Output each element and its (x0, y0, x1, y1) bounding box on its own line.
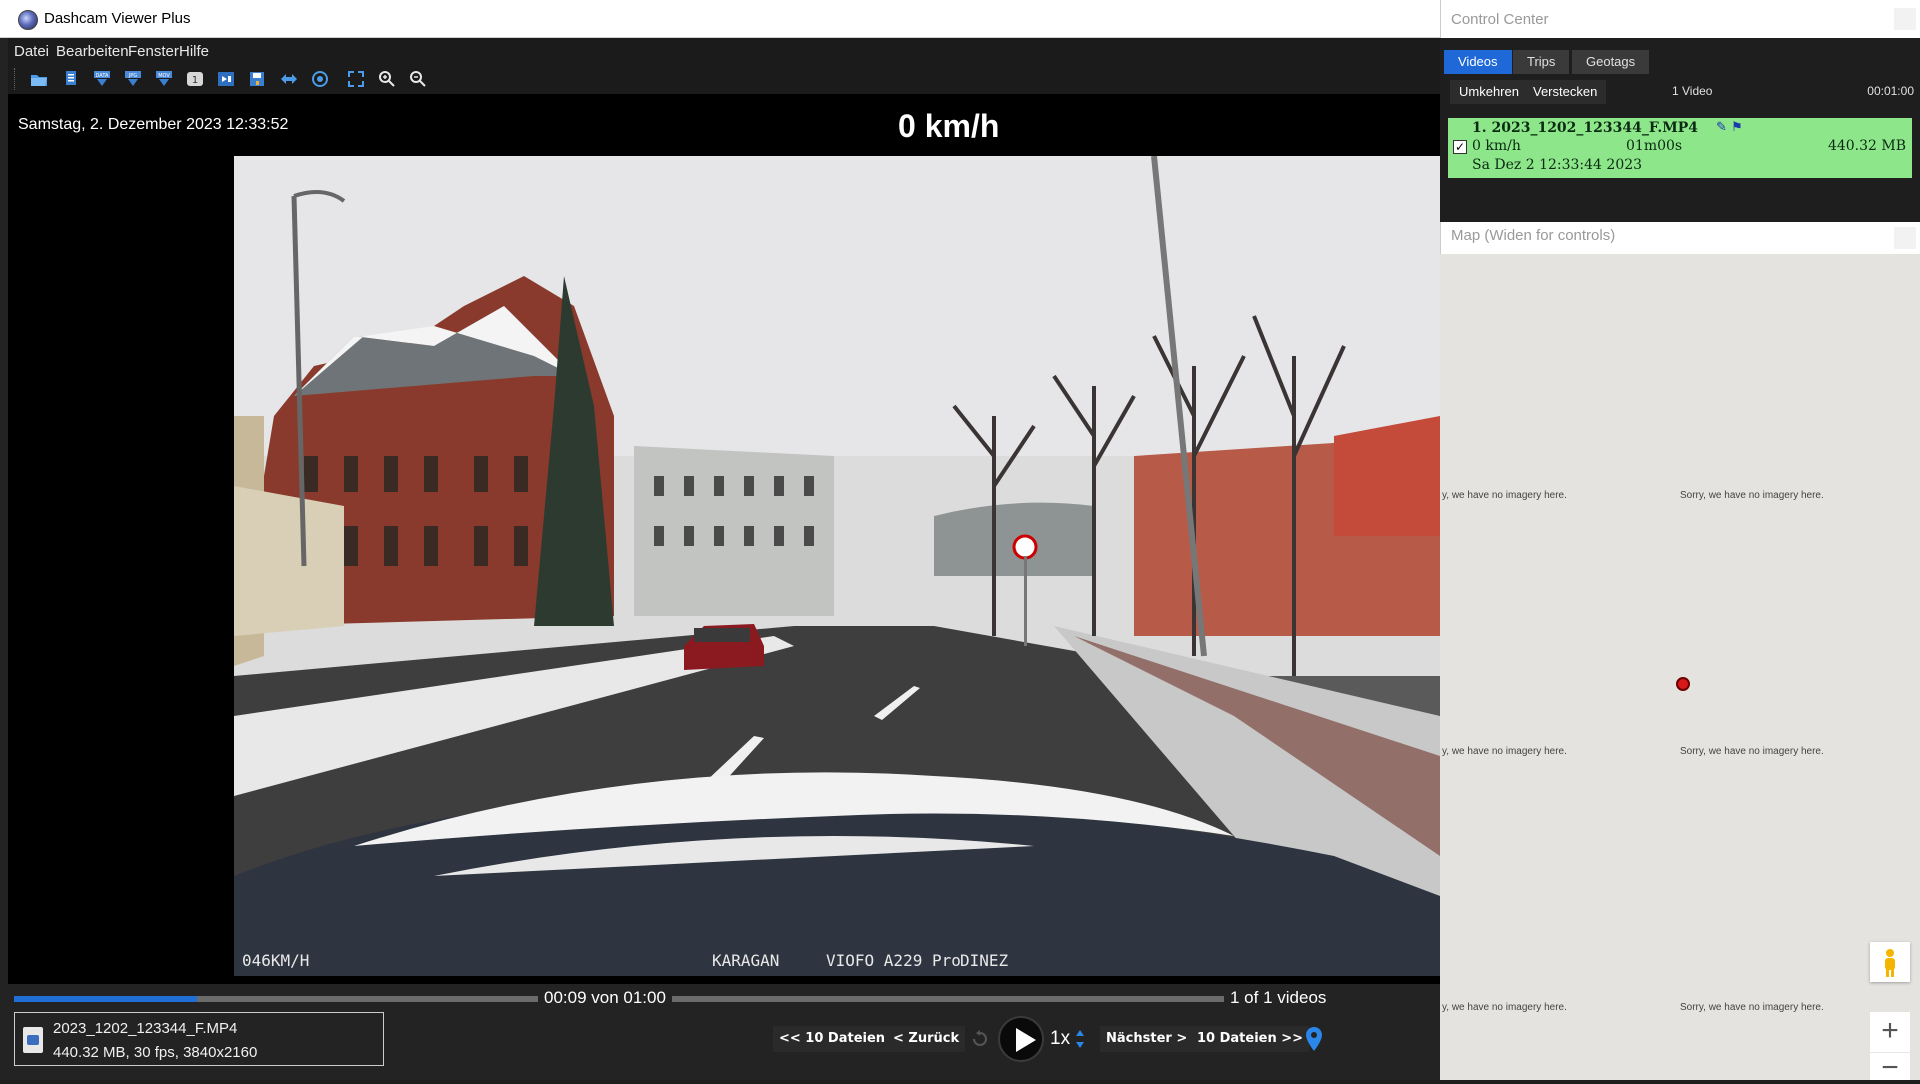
menu-fenster[interactable]: Fenster (128, 43, 179, 60)
previous-button[interactable]: < Zurück (887, 1026, 966, 1052)
menu-hilfe[interactable]: Hilfe (179, 43, 209, 60)
file-name: 2023_1202_123344_F.MP4 (53, 1020, 238, 1037)
video-item-duration: 01m00s (1626, 138, 1683, 154)
svg-text:JPG: JPG (128, 73, 137, 79)
app-title: Dashcam Viewer Plus (44, 10, 191, 27)
no-imagery-text: y, we have no imagery here. (1442, 1002, 1567, 1013)
menu-bar: Datei Bearbeiten Fenster Hilfe (8, 38, 1440, 64)
export-clip-icon[interactable] (215, 68, 237, 90)
menu-datei[interactable]: Datei (14, 43, 49, 60)
main-window: Dashcam Viewer Plus Datei Bearbeiten Fen… (0, 0, 1440, 1080)
speed-stepper-icon[interactable] (1074, 1026, 1086, 1052)
street-view-pegman-icon[interactable] (1870, 942, 1910, 982)
svg-text:1: 1 (192, 75, 198, 86)
next-button[interactable]: Nächster > (1100, 1026, 1194, 1052)
zoom-in-icon[interactable] (376, 68, 398, 90)
no-imagery-text: Sorry, we have no imagery here. (1680, 746, 1824, 757)
map-panel[interactable]: Map (Widen for controls) y, we have no i… (1440, 222, 1920, 1080)
svg-text:DATA: DATA (96, 73, 109, 79)
map-close-button[interactable] (1894, 227, 1916, 249)
menu-bearbeiten[interactable]: Bearbeiten (56, 43, 129, 60)
progress-fill (14, 996, 197, 1002)
osd-camera-model: VIOFO A229 Pro (826, 951, 961, 970)
playback-controls: 00:09 von 01:00 1 of 1 videos 2023_1202_… (8, 984, 1440, 1080)
svg-text:MOV: MOV (158, 73, 170, 79)
control-center: Control Center Videos Trips Geotags Umke… (1440, 0, 1920, 230)
prev-10-files-button[interactable]: << 10 Dateien (773, 1026, 892, 1052)
toolbar-grip (14, 68, 16, 90)
edit-flag-icon: ✎ ⚑ (1716, 120, 1743, 135)
zoom-out-icon[interactable] (407, 68, 429, 90)
circle-icon[interactable] (309, 68, 331, 90)
video-count-label: 1 Video (1672, 84, 1713, 98)
tab-videos[interactable]: Videos (1444, 50, 1512, 74)
no-imagery-text: y, we have no imagery here. (1442, 490, 1567, 501)
total-duration: 00:01:00 (1867, 84, 1914, 98)
export-jpg-icon[interactable]: JPG (122, 68, 144, 90)
video-file-icon (23, 1027, 43, 1053)
no-imagery-text: Sorry, we have no imagery here. (1680, 1002, 1824, 1013)
osd-speed: 046KM/H (242, 951, 310, 970)
map-zoom-in-button[interactable]: + (1870, 1012, 1910, 1052)
fullscreen-icon[interactable] (345, 68, 367, 90)
osd-location: KARAGAN (712, 951, 780, 970)
video-picture (234, 156, 1440, 976)
export-data-icon[interactable]: DATA (91, 68, 113, 90)
overlay-speed: 0 km/h (898, 108, 1000, 144)
map-pin-icon[interactable] (1305, 1026, 1323, 1052)
overlay-date: Samstag, 2. Dezember 2023 12:33:52 (18, 116, 289, 133)
reverse-button[interactable]: Umkehren (1450, 80, 1528, 104)
no-imagery-text: y, we have no imagery here. (1442, 746, 1567, 757)
video-item-size: 440.32 MB (1827, 138, 1906, 154)
save-icon[interactable] (246, 68, 268, 90)
video-count: 1 of 1 videos (1224, 988, 1333, 1008)
play-button[interactable] (998, 1016, 1044, 1062)
video-frame[interactable]: 046KM/H KARAGAN VIOFO A229 Pro DINEZ (234, 156, 1440, 976)
app-logo-icon (18, 10, 38, 30)
tab-geotags[interactable]: Geotags (1572, 50, 1650, 74)
playback-speed[interactable]: 1x (1050, 1028, 1070, 1050)
next-10-files-button[interactable]: 10 Dateien >> (1191, 1026, 1310, 1052)
time-display: 00:09 von 01:00 (538, 988, 672, 1008)
control-center-title: Control Center (1451, 11, 1549, 28)
export-mov-icon[interactable]: MOV (153, 68, 175, 90)
control-center-close-button[interactable] (1894, 8, 1916, 30)
video-list-item[interactable]: ✓ 1. 2023_1202_123344_F.MP4 ✎ ⚑ 0 km/h 0… (1448, 118, 1912, 178)
map-position-marker[interactable] (1676, 677, 1690, 691)
title-bar: Dashcam Viewer Plus (0, 0, 1440, 38)
file-info-box: 2023_1202_123344_F.MP4 440.32 MB, 30 fps… (14, 1012, 384, 1066)
toolbar: DATA JPG MOV 1 (8, 64, 1440, 94)
video-stage[interactable]: Samstag, 2. Dezember 2023 12:33:52 0 km/… (8, 94, 1440, 984)
file-meta: 440.32 MB, 30 fps, 3840x2160 (53, 1044, 258, 1061)
one-icon[interactable]: 1 (184, 68, 206, 90)
map-titlebar: Map (Widen for controls) (1440, 222, 1920, 254)
osd-place: DINEZ (960, 951, 1009, 970)
open-folder-icon[interactable] (28, 68, 50, 90)
no-imagery-text: Sorry, we have no imagery here. (1680, 490, 1824, 501)
map-zoom-out-button[interactable]: − (1870, 1052, 1910, 1083)
hide-button[interactable]: Verstecken (1524, 80, 1607, 104)
video-item-date: Sa Dez 2 12:33:44 2023 (1472, 157, 1643, 173)
replay-icon[interactable] (971, 1030, 989, 1048)
fit-width-icon[interactable] (278, 68, 300, 90)
control-center-titlebar: Control Center (1440, 0, 1920, 38)
video-checkbox[interactable]: ✓ (1453, 140, 1467, 154)
video-item-speed: 0 km/h (1472, 138, 1521, 154)
video-item-title: 1. 2023_1202_123344_F.MP4 (1472, 120, 1699, 136)
open-files-icon[interactable] (60, 68, 82, 90)
tab-trips[interactable]: Trips (1513, 50, 1570, 74)
map-title: Map (Widen for controls) (1451, 227, 1616, 244)
